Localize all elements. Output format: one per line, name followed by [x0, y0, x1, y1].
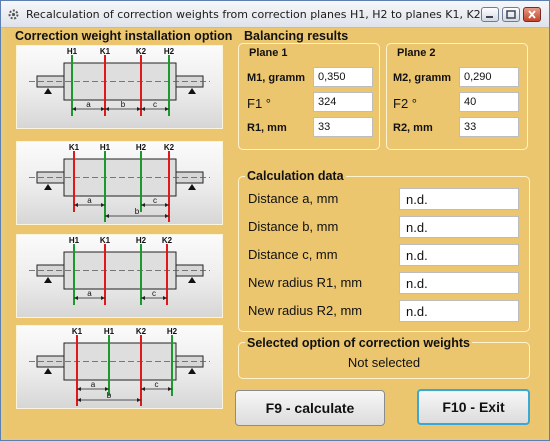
- dimension-label: b: [121, 100, 126, 109]
- installation-option-3[interactable]: H1 K1 H2 K2 a c: [16, 234, 223, 318]
- calc-row-value[interactable]: n.d.: [399, 272, 519, 294]
- r2-field[interactable]: 33: [459, 117, 519, 137]
- r1-field[interactable]: 33: [313, 117, 373, 137]
- dimension-label: c: [155, 380, 159, 389]
- calc-row-label: New radius R2, mm: [248, 303, 363, 318]
- right-shaft: [175, 264, 204, 277]
- dimension-label: c: [152, 289, 156, 298]
- f2-label: F2 °: [393, 96, 417, 111]
- rotor-diagram: K1 H1 K2 H2 a c b: [29, 327, 210, 406]
- calculation-data-title: Calculation data: [245, 169, 346, 183]
- calc-row-value[interactable]: n.d.: [399, 188, 519, 210]
- plane-label: H1: [100, 143, 111, 152]
- close-icon: [528, 10, 536, 19]
- installation-option-4[interactable]: K1 H1 K2 H2 a c b: [16, 325, 223, 409]
- plane-label: K1: [72, 327, 83, 336]
- calc-row-label: New radius R1, mm: [248, 275, 363, 290]
- installation-option-title: Correction weight installation option: [15, 29, 233, 43]
- plane-label: H1: [69, 236, 80, 245]
- calculation-data-panel: Calculation data Distance a, mm n.d. Dista…: [238, 169, 530, 332]
- right-support-icon: [188, 88, 196, 94]
- plane2-box: Plane 2 M2, gramm 0,290 F2 ° 40 R2, mm 3…: [386, 43, 528, 150]
- plane-label: K2: [164, 143, 175, 152]
- installation-option-2[interactable]: K1 H1 H2 K2 a c b: [16, 141, 223, 225]
- window-title: Recalculation of correction weights from…: [26, 8, 481, 21]
- plane-label: K2: [162, 236, 173, 245]
- dimension-label: a: [91, 380, 96, 389]
- selected-option-value: Not selected: [347, 355, 421, 370]
- plane1-box: Plane 1 M1, gramm 0,350 F1 ° 324 R1, mm …: [238, 43, 380, 150]
- plane-label: K1: [100, 236, 111, 245]
- f1-label: F1 °: [247, 96, 271, 111]
- rotor-diagram: H1 K1 H2 K2 a c: [29, 236, 210, 305]
- left-support-icon: [44, 368, 52, 374]
- right-shaft: [175, 75, 204, 88]
- plane-label: K1: [69, 143, 80, 152]
- exit-button[interactable]: F10 - Exit: [417, 389, 530, 425]
- m2-label: M2, gramm: [393, 72, 452, 84]
- dimension-label: c: [153, 196, 157, 205]
- right-support-icon: [188, 184, 196, 190]
- plane2-title: Plane 2: [397, 47, 436, 59]
- right-support-icon: [188, 368, 196, 374]
- dimension-label: a: [87, 196, 92, 205]
- calc-row-value[interactable]: n.d.: [399, 244, 519, 266]
- plane-label: H2: [136, 143, 147, 152]
- minimize-icon: [486, 16, 493, 18]
- dimension-label: c: [153, 100, 157, 109]
- maximize-button[interactable]: [502, 7, 520, 22]
- dimension-label: b: [135, 207, 140, 216]
- balancing-results-title: Balancing results: [244, 29, 349, 43]
- selected-option-title: Selected option of correction weights: [245, 336, 472, 350]
- dimension-label: a: [87, 289, 92, 298]
- calc-row-label: Distance b, mm: [248, 219, 339, 234]
- calc-row-value[interactable]: n.d.: [399, 216, 519, 238]
- left-support-icon: [44, 277, 52, 283]
- m2-field[interactable]: 0,290: [459, 67, 519, 87]
- plane-label: H2: [136, 236, 147, 245]
- plane-label: H2: [167, 327, 178, 336]
- rotor-diagram: H1 K1 K2 H2 a b c: [29, 47, 210, 116]
- plane-label: K2: [136, 47, 147, 56]
- installation-option-panel: Correction weight installation option H1…: [7, 28, 233, 438]
- plane-label: H1: [104, 327, 115, 336]
- calc-row-label: Distance c, mm: [248, 247, 338, 262]
- m1-field[interactable]: 0,350: [313, 67, 373, 87]
- calc-row-label: Distance a, mm: [248, 191, 339, 206]
- minimize-button[interactable]: [481, 7, 499, 22]
- dimension-label: a: [86, 100, 91, 109]
- f1-field[interactable]: 324: [313, 92, 373, 112]
- right-support-icon: [188, 277, 196, 283]
- r1-label: R1, mm: [247, 122, 287, 134]
- r2-label: R2, mm: [393, 122, 433, 134]
- f2-field[interactable]: 40: [459, 92, 519, 112]
- installation-option-1[interactable]: H1 K1 K2 H2 a b c: [16, 45, 223, 129]
- balancing-results-panel: Balancing results Plane 1 M1, gramm 0,35…: [236, 28, 530, 156]
- left-support-icon: [44, 88, 52, 94]
- plane-label: H1: [67, 47, 78, 56]
- plane1-title: Plane 1: [249, 47, 288, 59]
- maximize-icon: [506, 10, 516, 19]
- dialog-window: Recalculation of correction weights from…: [0, 0, 550, 441]
- left-support-icon: [44, 184, 52, 190]
- client-area: Correction weight installation option H1…: [5, 28, 545, 438]
- calculate-button[interactable]: F9 - calculate: [235, 390, 385, 426]
- calc-row-value[interactable]: n.d.: [399, 300, 519, 322]
- plane-label: H2: [164, 47, 175, 56]
- close-button[interactable]: [523, 7, 541, 22]
- dimension-label: b: [107, 391, 112, 400]
- app-gear-icon: [8, 9, 19, 20]
- rotor-diagram: K1 H1 H2 K2 a c b: [29, 143, 210, 222]
- right-shaft: [175, 355, 204, 368]
- title-bar[interactable]: Recalculation of correction weights from…: [1, 1, 549, 28]
- plane-label: K2: [136, 327, 147, 336]
- m1-label: M1, gramm: [247, 72, 306, 84]
- plane-label: K1: [100, 47, 111, 56]
- selected-option-panel: Selected option of correction weights No…: [238, 336, 530, 379]
- right-shaft: [175, 171, 204, 184]
